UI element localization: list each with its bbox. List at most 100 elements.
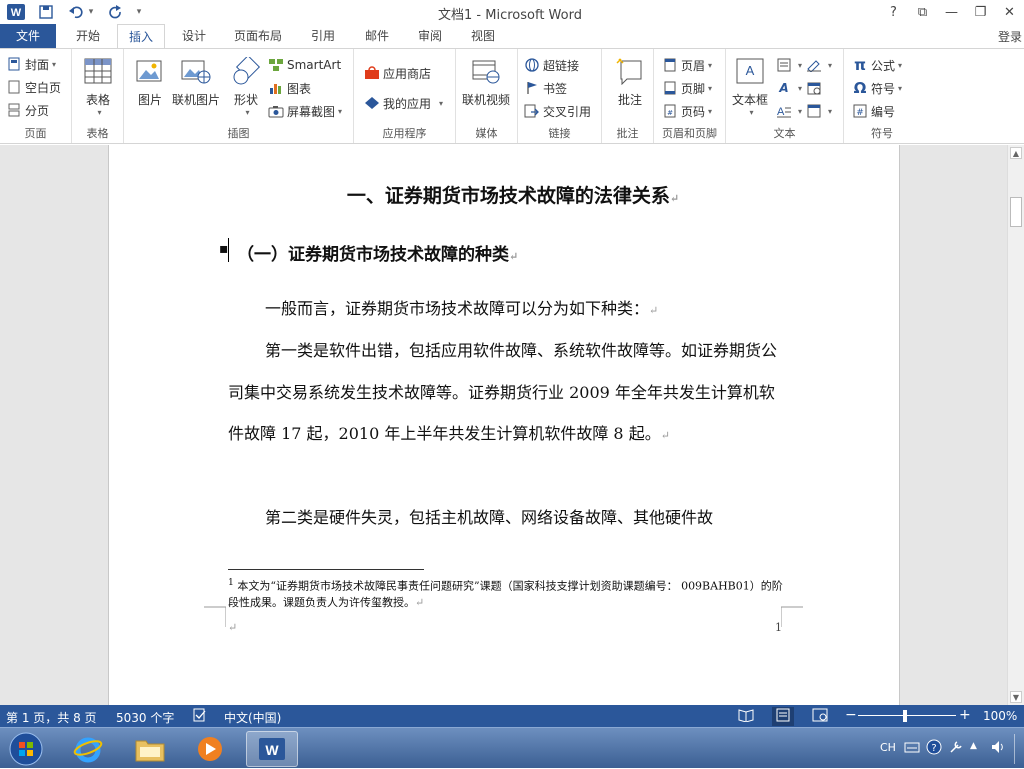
zoom-level[interactable]: 100% — [983, 709, 1017, 723]
cover-page-button[interactable]: 封面 ▾ — [6, 54, 56, 74]
word-app-icon[interactable]: W — [6, 3, 26, 21]
header-button[interactable]: 页眉 ▾ — [662, 55, 712, 75]
chart-button[interactable]: 图表 — [268, 78, 311, 98]
chevron-down-icon: ▾ — [708, 60, 713, 70]
wordart-button[interactable]: A ▾ — [776, 78, 802, 98]
symbol-label: 符号 — [871, 81, 896, 96]
save-icon[interactable] — [36, 3, 56, 21]
scroll-up-icon[interactable]: ▲ — [1010, 147, 1022, 159]
chevron-down-icon: ▾ — [828, 60, 833, 70]
date-time-button[interactable] — [806, 78, 825, 98]
keyboard-icon[interactable] — [904, 740, 920, 757]
svg-text:W: W — [265, 742, 279, 758]
footer-button[interactable]: 页脚 ▾ — [662, 78, 712, 98]
tab-insert[interactable]: 插入 — [117, 24, 165, 49]
tab-file[interactable]: 文件 — [0, 24, 56, 48]
proofing-icon[interactable] — [192, 708, 208, 725]
cross-reference-button[interactable]: 交叉引用 — [524, 101, 591, 121]
zoom-slider-thumb[interactable] — [903, 710, 907, 722]
store-label: 应用商店 — [383, 66, 432, 81]
signature-line-button[interactable]: ▾ — [806, 55, 832, 75]
read-mode-icon[interactable] — [738, 708, 754, 725]
chevron-down-icon: ▾ — [749, 108, 754, 117]
ribbon-display-options-button[interactable]: ⧉ — [908, 0, 937, 24]
volume-icon[interactable] — [990, 739, 1006, 758]
page-number: 1 — [775, 621, 782, 634]
svg-text:A: A — [777, 106, 785, 118]
restore-button[interactable]: ❐ — [966, 0, 995, 24]
customize-toolbar-icon[interactable]: ▾ — [132, 3, 146, 21]
screenshot-button[interactable]: 屏幕截图 ▾ — [268, 101, 342, 121]
smartart-button[interactable]: SmartArt — [268, 55, 341, 75]
document-title: 文档1 - Microsoft Word — [438, 8, 582, 23]
picture-button[interactable]: 图片 — [134, 55, 166, 108]
shapes-button[interactable]: 形状 ▾ — [230, 55, 262, 117]
show-hidden-icons-icon[interactable]: ▲ — [970, 741, 977, 751]
number-button[interactable]: # 编号 — [852, 101, 895, 121]
table-button[interactable]: 表格 ▾ — [82, 55, 114, 117]
zoom-slider[interactable] — [858, 715, 956, 716]
print-layout-icon[interactable] — [772, 707, 794, 726]
drop-cap-button[interactable]: A ▾ — [776, 101, 802, 121]
vertical-scrollbar[interactable]: ▲ ▼ — [1007, 145, 1024, 705]
blank-page-label: 空白页 — [25, 80, 62, 95]
tab-review[interactable]: 审阅 — [407, 24, 453, 48]
internet-explorer-icon[interactable] — [62, 731, 114, 767]
word-count[interactable]: 5030 个字 — [116, 709, 174, 726]
tab-page-layout[interactable]: 页面布局 — [226, 24, 290, 48]
page-number-button[interactable]: # 页码 ▾ — [662, 101, 712, 121]
hyperlink-button[interactable]: 超链接 — [524, 55, 579, 75]
equation-button[interactable]: π 公式 ▾ — [852, 55, 902, 75]
picture-label: 图片 — [137, 93, 162, 107]
tab-references[interactable]: 引用 — [300, 24, 346, 48]
chevron-down-icon: ▾ — [97, 108, 102, 117]
file-explorer-icon[interactable] — [124, 731, 176, 767]
show-desktop-button[interactable] — [1014, 734, 1024, 764]
object-button[interactable]: ▾ — [806, 101, 832, 121]
page-break-button[interactable]: 分页 — [6, 100, 49, 120]
quick-parts-button[interactable]: ▾ — [776, 55, 802, 75]
cross-reference-label: 交叉引用 — [543, 104, 592, 119]
my-apps-button[interactable]: 我的应用 ▾ — [364, 93, 443, 113]
blank-page-button[interactable]: 空白页 — [6, 77, 61, 97]
link-icon — [524, 57, 540, 73]
help-icon[interactable]: ? — [926, 739, 942, 758]
document-page[interactable]: 一、证券期货市场技术故障的法律关系↵ ▪ （一）证券期货市场技术故障的种类↵ 一… — [108, 145, 900, 705]
group-pages: 封面 ▾ 空白页 分页 页面 — [0, 49, 72, 143]
store-button[interactable]: 应用商店 — [364, 63, 431, 83]
tab-design[interactable]: 设计 — [170, 24, 218, 48]
page-count[interactable]: 第 1 页，共 8 页 — [6, 709, 97, 726]
zoom-in-button[interactable]: + — [959, 707, 971, 723]
zoom-out-button[interactable]: − — [845, 707, 857, 723]
tab-home[interactable]: 开始 — [64, 24, 112, 48]
bookmark-button[interactable]: 书签 — [524, 78, 567, 98]
web-layout-icon[interactable] — [812, 708, 828, 725]
scroll-down-icon[interactable]: ▼ — [1010, 691, 1022, 703]
start-button[interactable] — [0, 731, 52, 767]
symbol-button[interactable]: Ω 符号 ▾ — [852, 78, 902, 98]
close-button[interactable]: ✕ — [995, 0, 1024, 24]
wordart-icon: A — [779, 81, 789, 95]
new-comment-button[interactable]: 批注 — [614, 55, 646, 108]
tool-icon[interactable] — [948, 739, 964, 758]
tab-mailings[interactable]: 邮件 — [354, 24, 400, 48]
repeat-icon[interactable] — [106, 3, 126, 21]
sign-in-link[interactable]: 登录 — [998, 28, 1022, 45]
undo-dropdown-icon[interactable]: ▾ — [86, 3, 96, 21]
tab-view[interactable]: 视图 — [460, 24, 506, 48]
help-button[interactable]: ? — [879, 0, 908, 24]
footnote: 1 本文为“证券期货市场技术故障民事责任问题研究”课题（国家科技支撑计划资助课题… — [228, 577, 783, 609]
group-comments: 批注 批注 — [602, 49, 654, 143]
online-video-button[interactable]: 联机视频 — [462, 55, 510, 108]
online-picture-button[interactable]: 联机图片 — [172, 55, 220, 108]
chevron-down-icon: ▾ — [338, 106, 343, 116]
media-player-icon[interactable] — [184, 731, 236, 767]
undo-icon[interactable] — [66, 3, 86, 21]
body-paragraph-2: 第一类是软件出错，包括应用软件故障、系统软件故障等。如证券期货公司集中交易系统发… — [228, 341, 778, 443]
ime-indicator[interactable]: CH — [880, 741, 896, 754]
textbox-button[interactable]: A 文本框 ▾ — [732, 55, 768, 117]
minimize-button[interactable]: — — [937, 0, 966, 24]
scroll-thumb[interactable] — [1010, 197, 1022, 227]
language[interactable]: 中文(中国) — [224, 709, 281, 726]
word-taskbar-icon[interactable]: W — [246, 731, 298, 767]
